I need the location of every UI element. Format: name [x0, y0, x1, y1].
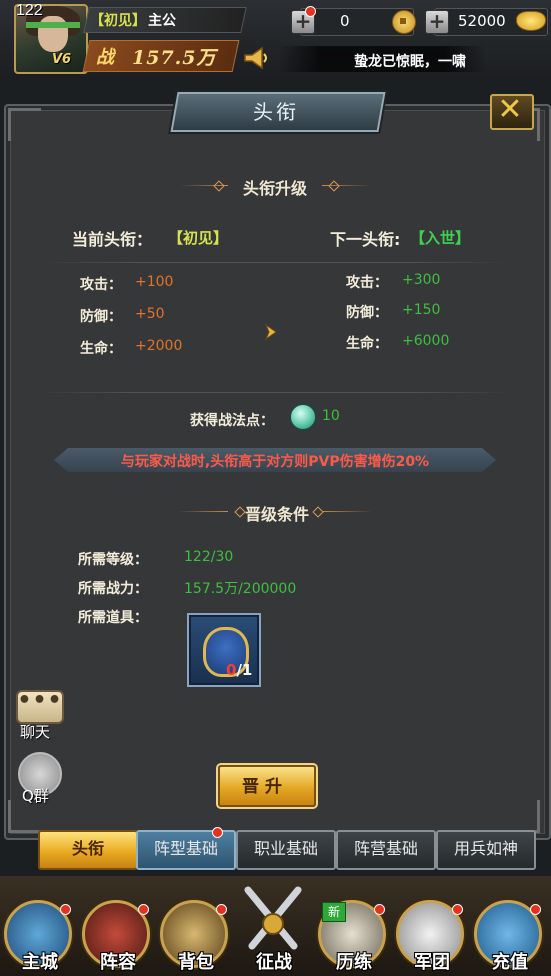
battle-points-label: 获得战法点： [190, 413, 274, 429]
nav-training-label[interactable]: 历练 [314, 948, 394, 974]
item-owned: 0 [226, 661, 237, 679]
notification-dot [216, 904, 227, 915]
upgrade-button-label[interactable]: 晋升 [218, 772, 312, 797]
required-power-value: 157.5万/200000 [184, 581, 297, 597]
notification-dot [305, 6, 316, 17]
player-level: 122 [16, 2, 43, 19]
current-attack-value: +100 [135, 274, 174, 290]
next-attack-value: +300 [402, 272, 441, 288]
copper-amount: 0 [340, 12, 350, 30]
announcement-horn-icon[interactable] [243, 46, 269, 70]
next-hp-value: +6000 [402, 333, 450, 349]
gold-ingot-icon [516, 11, 546, 31]
jade-gem-icon [290, 404, 316, 430]
required-power-label: 所需战力： [78, 581, 148, 597]
gold-amount: 52000 [458, 12, 506, 30]
panel-corner-ornament [507, 800, 540, 833]
required-item-label: 所需道具： [78, 610, 148, 626]
combat-power-icon: 战 [96, 47, 114, 68]
divider [40, 392, 510, 393]
next-title-label: 下一头衔: [330, 230, 401, 249]
nav-legion-label[interactable]: 军团 [392, 948, 472, 974]
vip-badge: V6 [52, 52, 72, 67]
nav-battle-label[interactable]: 征战 [234, 948, 314, 974]
tab-faction[interactable]: 阵营基础 [336, 830, 436, 870]
current-title-label: 当前头衔： [72, 230, 153, 249]
tab-title[interactable]: 头衔 [38, 830, 138, 870]
announcement-text: 蛰龙已惊眠，一啸 [354, 54, 466, 70]
next-defense-value: +150 [402, 302, 441, 318]
panel-corner-ornament [8, 108, 41, 141]
nav-bag-label[interactable]: 背包 [156, 948, 236, 974]
current-defense-value: +50 [135, 306, 165, 322]
notification-dot [452, 904, 463, 915]
pvp-bonus-text: 与玩家对战时,头衔高于对方则PVP伤害增伤20% [120, 454, 430, 470]
notification-dot [530, 904, 541, 915]
item-required: /1 [236, 661, 253, 679]
tab-tactics[interactable]: 用兵如神 [436, 830, 536, 870]
next-hp-label: 生命： [346, 336, 388, 352]
qq-group-label[interactable]: Q群 [22, 785, 49, 806]
close-icon[interactable]: ✕ [490, 92, 530, 127]
next-attack-label: 攻击： [346, 275, 388, 291]
add-gold-button[interactable]: + [425, 10, 449, 34]
required-level-label: 所需等级： [78, 552, 148, 568]
notification-dot [374, 904, 385, 915]
current-hp-value: +2000 [135, 338, 183, 354]
player-name: 主公 [148, 13, 176, 29]
chat-icon[interactable]: ••• [16, 688, 64, 713]
divider [40, 262, 510, 263]
next-defense-label: 防御： [346, 305, 388, 321]
section-title-conditions: 晋级条件 [244, 505, 309, 524]
section-divider [178, 511, 228, 512]
current-attack-label: 攻击： [80, 277, 122, 293]
chat-label[interactable]: 聊天 [20, 721, 50, 742]
tab-profession[interactable]: 职业基础 [236, 830, 336, 870]
avatar-headband [26, 22, 80, 28]
nav-recharge-label[interactable]: 充值 [470, 948, 550, 974]
next-title-value: 【入世】 [410, 229, 471, 247]
notification-dot [60, 904, 71, 915]
current-defense-label: 防御： [80, 309, 122, 325]
section-divider [322, 185, 370, 186]
title-panel [4, 104, 551, 840]
nav-city-label[interactable]: 主城 [0, 948, 80, 974]
nav-lineup-label[interactable]: 阵容 [78, 948, 158, 974]
notification-dot [138, 904, 149, 915]
current-hp-label: 生命： [80, 341, 122, 357]
current-title-value: 【初见】 [168, 229, 229, 247]
section-title-upgrade: 头衔升级 [242, 179, 307, 198]
item-count: 0/1 [226, 661, 252, 679]
arrow-right-icon [264, 323, 277, 341]
new-badge: 新 [322, 902, 346, 922]
combat-power-value: 157.5万 [132, 47, 217, 69]
coin-icon [392, 10, 416, 34]
required-level-value: 122/30 [184, 549, 234, 565]
panel-title: 头衔 [253, 100, 299, 124]
rank-tag: 【初见】 [90, 13, 146, 29]
battle-points-value: 10 [322, 408, 340, 424]
section-divider [322, 511, 372, 512]
notification-dot [212, 827, 223, 838]
